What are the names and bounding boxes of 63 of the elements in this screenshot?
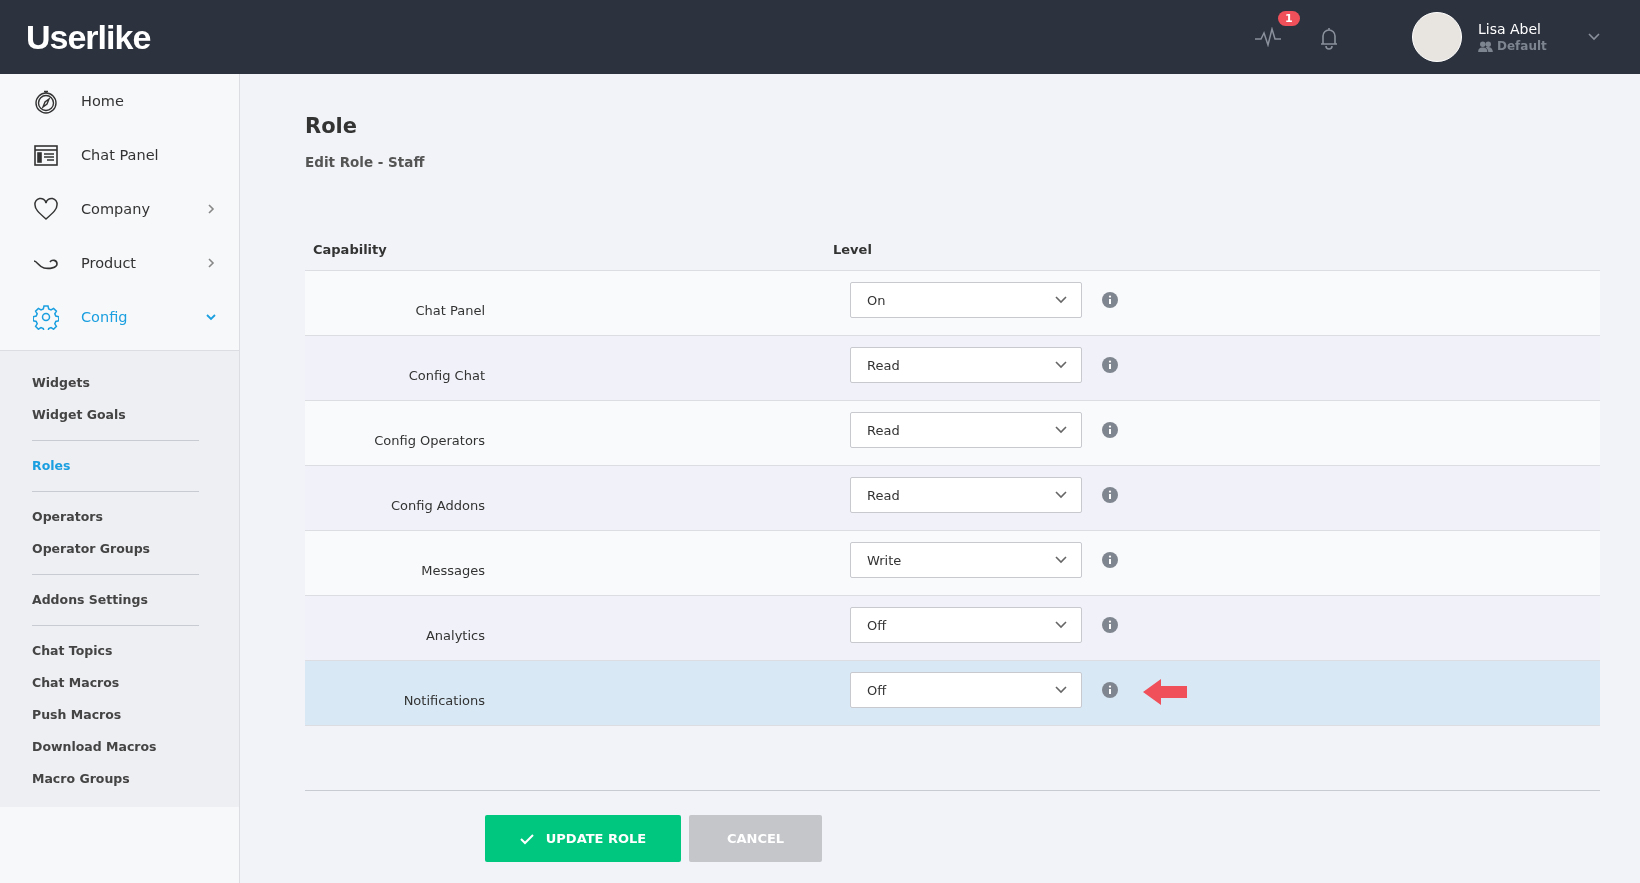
info-icon[interactable] <box>1102 357 1118 373</box>
page-subtitle: Edit Role - Staff <box>305 154 426 170</box>
chevron-down-icon <box>1055 621 1067 629</box>
info-icon[interactable] <box>1102 487 1118 503</box>
sidebar-item[interactable]: Chat Panel <box>0 128 239 182</box>
level-dropdown[interactable]: Read <box>850 477 1082 513</box>
submenu-item[interactable]: Push Macros <box>32 699 239 731</box>
submenu-item[interactable]: Addons Settings <box>32 584 239 616</box>
submenu-item[interactable]: Chat Topics <box>32 635 239 667</box>
column-header: Capability <box>312 242 388 259</box>
sidebar-item[interactable]: Company <box>0 182 239 236</box>
avatar[interactable] <box>1412 12 1462 62</box>
heart-icon <box>33 196 59 222</box>
capability-label: Analytics <box>424 626 485 643</box>
info-icon[interactable] <box>1102 617 1118 633</box>
user-group: Default <box>1497 39 1547 53</box>
sidebar-item[interactable]: Product <box>0 236 239 290</box>
level-dropdown[interactable]: Off <box>850 672 1082 708</box>
level-dropdown[interactable]: Read <box>850 347 1082 383</box>
capability-label: Config Chat <box>407 366 485 383</box>
chevron-down-icon <box>1055 556 1067 564</box>
panel-icon <box>33 142 59 168</box>
chevron-down-icon <box>1055 491 1067 499</box>
capability-label: Notifications <box>402 691 485 708</box>
submenu-item[interactable]: Operators <box>32 501 239 533</box>
capability-label: Config Addons <box>390 496 485 513</box>
submenu-item[interactable]: Download Macros <box>32 731 239 763</box>
check-icon <box>519 832 534 845</box>
gear-icon <box>33 304 59 330</box>
submenu-item[interactable]: Widgets <box>32 367 239 399</box>
chevron-down-icon <box>1055 296 1067 304</box>
submenu-item[interactable]: Macro Groups <box>32 763 239 795</box>
chevron-down-icon <box>1055 361 1067 369</box>
users-icon <box>1478 40 1493 52</box>
submenu-item[interactable]: Operator Groups <box>32 533 239 565</box>
info-icon[interactable] <box>1102 292 1118 308</box>
info-icon[interactable] <box>1102 682 1118 698</box>
column-header: Level <box>833 242 872 259</box>
info-icon[interactable] <box>1102 552 1118 568</box>
level-dropdown[interactable]: Read <box>850 412 1082 448</box>
level-dropdown[interactable]: Write <box>850 542 1082 578</box>
level-dropdown[interactable]: Off <box>850 607 1082 643</box>
compass-icon <box>33 88 59 114</box>
notification-badge: 1 <box>1278 11 1300 26</box>
chevron-down-icon <box>1055 686 1067 694</box>
userlike-logo[interactable]: Userlike <box>26 17 151 57</box>
capability-label: Messages <box>420 561 485 578</box>
submenu-item[interactable]: Chat Macros <box>32 667 239 699</box>
submenu-item[interactable]: Widget Goals <box>32 399 239 431</box>
level-dropdown[interactable]: On <box>850 282 1082 318</box>
capability-label: Chat Panel <box>414 301 485 318</box>
chevron-right-icon <box>205 257 217 269</box>
info-icon[interactable] <box>1102 422 1118 438</box>
chevron-right-icon <box>205 203 217 215</box>
arrow-icon <box>1143 678 1187 706</box>
chevron-down-icon <box>1055 426 1067 434</box>
user-name: Lisa Abel <box>1478 21 1542 37</box>
capability-label: Config Operators <box>373 431 485 448</box>
chevron-down-icon <box>205 311 217 323</box>
caret-icon[interactable] <box>1588 33 1600 41</box>
sidebar-item[interactable]: Home <box>0 74 239 128</box>
activity-icon[interactable] <box>1254 27 1282 47</box>
page-title: Role <box>305 114 359 138</box>
